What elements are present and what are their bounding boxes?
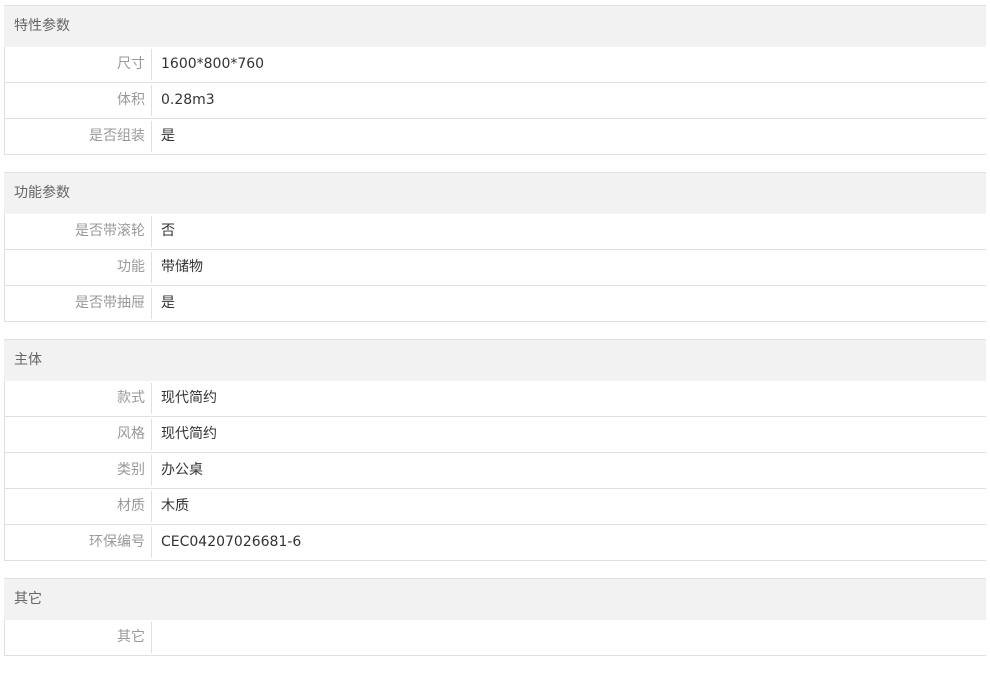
spec-row: 尺寸 1600*800*760 xyxy=(5,47,986,83)
spec-row-label: 体积 xyxy=(5,85,152,116)
spec-section: 特性参数 尺寸 1600*800*760 体积 0.28m3 是否组装是 xyxy=(4,5,986,155)
spec-section-title: 主体 xyxy=(4,339,986,381)
spec-row-value: 否 xyxy=(161,223,175,239)
spec-row: 是否组装是 xyxy=(5,119,986,155)
spec-row-value: 办公桌 xyxy=(161,462,203,478)
spec-rows: 是否带滚轮否功能 带储物 是否带抽屉是 xyxy=(4,214,986,322)
spec-rows: 其它 xyxy=(4,620,986,656)
spec-row: 是否带滚轮否 xyxy=(5,214,986,250)
spec-row: 其它 xyxy=(5,620,986,656)
spec-row-label: 是否带抽屉 xyxy=(5,288,152,319)
spec-row-label: 是否带滚轮 xyxy=(5,216,152,247)
spec-row-value: 是 xyxy=(161,295,175,311)
spec-row-label: 类别 xyxy=(5,455,152,486)
spec-row: 类别 办公桌 xyxy=(5,453,986,489)
spec-row-label: 材质 xyxy=(5,491,152,522)
spec-row-value: CEC04207026681-6 xyxy=(161,534,302,550)
spec-row-label: 功能 xyxy=(5,252,152,283)
spec-row-value: 现代简约 xyxy=(161,426,217,442)
spec-section-title: 其它 xyxy=(4,578,986,620)
spec-row-value: 0.28m3 xyxy=(161,92,215,108)
spec-row-value: 带储物 xyxy=(161,259,203,275)
spec-row-value: 1600*800*760 xyxy=(161,56,265,72)
spec-row-label: 其它 xyxy=(5,622,152,653)
spec-section: 主体 款式 现代简约 风格 现代简约 类别 办公桌 材质 木质 环保编号 CEC0420702668… xyxy=(4,339,986,561)
spec-section-title: 特性参数 xyxy=(4,5,986,47)
spec-rows: 尺寸 1600*800*760 体积 0.28m3 是否组装是 xyxy=(4,47,986,155)
spec-row: 环保编号 CEC04207026681-6 xyxy=(5,525,986,561)
spec-row-value: 现代简约 xyxy=(161,390,217,406)
spec-row: 是否带抽屉是 xyxy=(5,286,986,322)
spec-row: 款式 现代简约 xyxy=(5,381,986,417)
spec-row: 材质 木质 xyxy=(5,489,986,525)
spec-row-label: 款式 xyxy=(5,383,152,414)
spec-row-label: 是否组装 xyxy=(5,121,152,152)
spec-rows: 款式 现代简约 风格 现代简约 类别 办公桌 材质 木质 环保编号 CEC04207026681-… xyxy=(4,381,986,561)
spec-row-value: 是 xyxy=(161,128,175,144)
product-spec-table: 特性参数 尺寸 1600*800*760 体积 0.28m3 是否组装是功能参数 是否带滚轮… xyxy=(4,5,986,673)
spec-row-label: 尺寸 xyxy=(5,49,152,80)
spec-row-value xyxy=(152,620,986,655)
spec-row-value: 木质 xyxy=(161,498,189,514)
spec-row-label: 环保编号 xyxy=(5,527,152,558)
spec-section-title: 功能参数 xyxy=(4,172,986,214)
spec-row-label: 风格 xyxy=(5,419,152,450)
spec-row: 体积 0.28m3 xyxy=(5,83,986,119)
spec-section: 其它 其它 xyxy=(4,578,986,656)
spec-row: 风格 现代简约 xyxy=(5,417,986,453)
spec-row: 功能 带储物 xyxy=(5,250,986,286)
spec-section: 功能参数 是否带滚轮否功能 带储物 是否带抽屉是 xyxy=(4,172,986,322)
